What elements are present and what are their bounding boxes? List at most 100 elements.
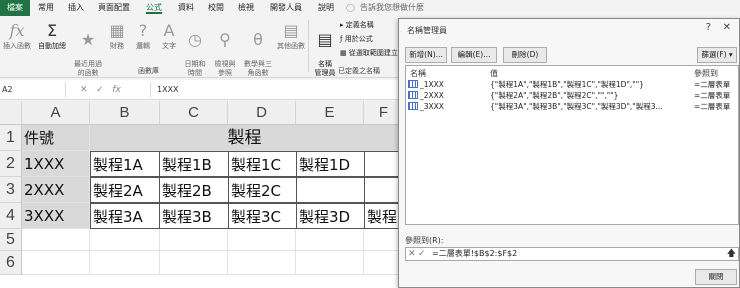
fx-icon[interactable]: fx <box>112 85 121 95</box>
cell-b6[interactable] <box>90 251 160 275</box>
cell-a3[interactable]: 2XXX <box>22 177 90 203</box>
clock-icon: ◷ <box>188 30 202 49</box>
cell-b2[interactable]: 製程1A <box>90 151 160 177</box>
row-header-3[interactable]: 3 <box>0 177 22 203</box>
names-list[interactable]: 名稱 值 參照到 _1XXX {"製程1A","製程1B","製程1C","製程… <box>405 65 739 225</box>
financial-button[interactable]: ▦ 財務 <box>106 22 128 51</box>
tab-data[interactable]: 資料 <box>178 2 194 14</box>
row-header-6[interactable]: 6 <box>0 251 22 275</box>
row-header-2[interactable]: 2 <box>0 151 22 177</box>
close-button[interactable]: 關閉 <box>695 269 737 285</box>
worksheet-grid[interactable]: A B C D E F 1 2 3 4 5 6 件號 製程 1XXX 製程1A … <box>0 101 400 288</box>
tab-view[interactable]: 檢視 <box>238 2 254 14</box>
row-header-5[interactable]: 5 <box>0 229 22 251</box>
cell-b4[interactable]: 製程3A <box>90 203 160 229</box>
more-functions-button[interactable]: ▤ 其他函數 <box>276 22 306 51</box>
use-in-formula-button[interactable]: ƒ 用於公式 <box>340 34 373 45</box>
column-header-d[interactable]: D <box>228 101 296 125</box>
logical-button[interactable]: ? 邏輯 <box>132 22 154 51</box>
cell-a4[interactable]: 3XXX <box>22 203 90 229</box>
cell-d4[interactable]: 製程3C <box>228 203 297 229</box>
row-header-4[interactable]: 4 <box>0 203 22 229</box>
cell-c6[interactable] <box>160 251 228 275</box>
text-button[interactable]: A 文字 <box>158 22 180 51</box>
tab-review[interactable]: 校閱 <box>208 2 224 14</box>
cell-c4[interactable]: 製程3B <box>159 203 229 229</box>
cell-f4[interactable]: 製程 <box>364 203 400 229</box>
cell-f2[interactable] <box>364 151 400 177</box>
cell-d5[interactable] <box>228 229 296 251</box>
tab-home[interactable]: 常用 <box>38 2 54 14</box>
edit-name-button[interactable]: 編輯(E)... <box>451 47 497 63</box>
column-header-c[interactable]: C <box>160 101 228 125</box>
tab-insert[interactable]: 插入 <box>68 2 84 14</box>
sigma-icon: Σ <box>46 21 58 40</box>
name-box[interactable]: A2 <box>0 82 66 98</box>
row-header-1[interactable]: 1 <box>0 125 22 151</box>
create-from-selection-button[interactable]: ▦ 從選取範圍建立 <box>340 48 398 59</box>
cell-e5[interactable] <box>296 229 364 251</box>
new-name-button[interactable]: 新增(N)... <box>405 47 447 63</box>
tab-help[interactable]: 說明 <box>318 2 334 14</box>
refers-to-input[interactable]: =二層表單!$B$2:$F$2 <box>432 248 517 260</box>
filter-button[interactable]: 篩選(F) ▾ <box>697 47 737 63</box>
cell-a1[interactable]: 件號 <box>22 125 90 151</box>
formula-input[interactable]: 1XXX <box>150 82 400 98</box>
cell-e3[interactable] <box>296 177 365 203</box>
lookup-reference-button[interactable]: ⚲ 檢視與 參照 <box>210 22 240 78</box>
cell-d2[interactable]: 製程1C <box>228 151 297 177</box>
tab-developer[interactable]: 開發人員 <box>270 2 302 14</box>
cancel-icon[interactable]: ✕ <box>80 85 88 95</box>
formula-bar: A2 ✕ ✓ fx 1XXX <box>0 80 400 100</box>
cancel-icon[interactable]: ✕ <box>408 248 416 260</box>
cell-f3[interactable] <box>364 177 400 203</box>
cell-e6[interactable] <box>296 251 364 275</box>
cell-a6[interactable] <box>22 251 90 275</box>
refers-to-field[interactable]: ✕ ✓ =二層表單!$B$2:$F$2 🡅 <box>405 247 739 261</box>
date-time-button[interactable]: ◷ 日期和 時間 <box>180 22 210 78</box>
column-header-e[interactable]: E <box>296 101 364 125</box>
cell-b3[interactable]: 製程2A <box>90 177 160 203</box>
math-trig-button[interactable]: θ 數學與三 角函數 <box>240 22 276 78</box>
enter-icon[interactable]: ✓ <box>96 85 104 95</box>
tab-page-layout[interactable]: 頁面配置 <box>98 2 130 14</box>
cell-c2[interactable]: 製程1B <box>159 151 229 177</box>
recently-used-button[interactable]: ★ 最近用過 的函數 <box>70 22 106 78</box>
select-all-corner[interactable] <box>0 101 22 125</box>
cell-b1-merged[interactable]: 製程 <box>90 125 400 151</box>
insert-function-button[interactable]: fx 插入函數 <box>2 22 32 51</box>
check-icon[interactable]: ✓ <box>418 248 426 260</box>
column-header-refers[interactable]: 參照到 <box>694 68 718 79</box>
name-row[interactable]: _1XXX {"製程1A","製程1B","製程1C","製程1D",""} =… <box>406 79 738 90</box>
column-header-value[interactable]: 值 <box>490 68 498 79</box>
lightbulb-icon: ◯ <box>346 3 355 12</box>
cell-d3[interactable]: 製程2C <box>228 177 297 203</box>
name-manager-button[interactable]: ▤ 名稱 管理員 <box>310 22 340 78</box>
book-icon: ▦ <box>109 21 125 40</box>
cell-e2[interactable]: 製程1D <box>296 151 365 177</box>
cell-d6[interactable] <box>228 251 296 275</box>
close-icon[interactable]: ✕ <box>723 22 731 33</box>
cell-b5[interactable] <box>90 229 160 251</box>
cell-c5[interactable] <box>160 229 228 251</box>
column-header-a[interactable]: A <box>22 101 90 125</box>
collapse-arrow-icon[interactable]: 🡅 <box>727 248 736 260</box>
column-header-b[interactable]: B <box>90 101 160 125</box>
cell-f6[interactable] <box>364 251 400 275</box>
cell-a5[interactable] <box>22 229 90 251</box>
tab-formulas[interactable]: 公式 <box>146 2 162 14</box>
help-button[interactable]: ? <box>706 22 711 33</box>
column-header-f[interactable]: F <box>364 101 400 125</box>
column-header-name[interactable]: 名稱 <box>410 68 426 79</box>
tell-me-box[interactable]: 告訴我您想做什麼 <box>360 2 424 14</box>
cell-f5[interactable] <box>364 229 400 251</box>
define-name-button[interactable]: ▸ 定義名稱 <box>340 20 374 31</box>
tab-file[interactable]: 檔案 <box>0 0 30 16</box>
cell-e4[interactable]: 製程3D <box>296 203 365 229</box>
autosum-button[interactable]: Σ 自動加總 <box>36 22 68 51</box>
name-row[interactable]: _3XXX {"製程3A","製程3B","製程3C","製程3D","製程3.… <box>406 101 738 112</box>
delete-name-button[interactable]: 刪除(D) <box>503 47 547 63</box>
cell-c3[interactable]: 製程2B <box>159 177 229 203</box>
cell-a2[interactable]: 1XXX <box>22 151 90 177</box>
name-row[interactable]: _2XXX {"製程2A","製程2B","製程2C","",""} =二層表單 <box>406 90 738 101</box>
